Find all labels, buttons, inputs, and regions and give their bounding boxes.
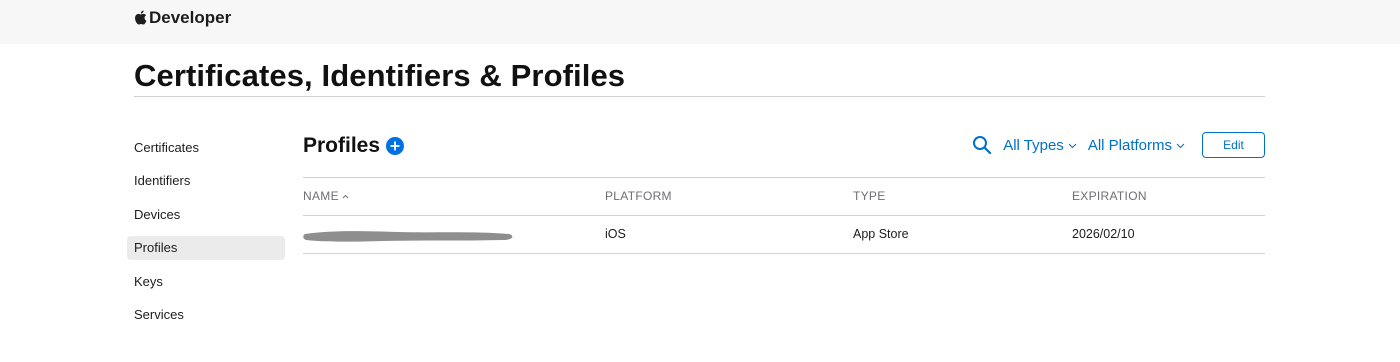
table-header-row: NAME PLATFORM TYPE EXPIRATION <box>303 178 1265 216</box>
sidebar-item-services[interactable]: Services <box>127 303 285 327</box>
brand-label: Developer <box>149 8 232 27</box>
column-header-name-label: NAME <box>303 189 339 203</box>
toolbar: All Types All Platforms Edit <box>972 131 1265 159</box>
column-header-platform[interactable]: PLATFORM <box>605 178 672 215</box>
sort-ascending-icon <box>342 194 349 199</box>
chevron-down-icon <box>1068 143 1077 149</box>
column-header-name[interactable]: NAME <box>303 178 349 215</box>
sidebar-item-identifiers[interactable]: Identifiers <box>127 169 285 193</box>
platform-filter-dropdown[interactable]: All Platforms <box>1088 137 1185 154</box>
type-filter-dropdown[interactable]: All Types <box>1003 137 1077 154</box>
redacted-name-scribble <box>303 231 513 242</box>
profile-expiration: 2026/02/10 <box>1072 227 1135 241</box>
chevron-down-icon <box>1176 143 1185 149</box>
search-icon[interactable] <box>972 135 992 155</box>
global-nav: Developer <box>0 0 1400 44</box>
sidebar: Certificates Identifiers Devices Profile… <box>127 136 285 336</box>
sidebar-item-devices[interactable]: Devices <box>127 203 285 227</box>
plus-circle-icon <box>390 141 400 151</box>
sidebar-item-profiles[interactable]: Profiles <box>127 236 285 261</box>
sidebar-item-certificates[interactable]: Certificates <box>127 136 285 160</box>
section-title: Profiles <box>303 134 381 157</box>
table-row[interactable]: iOS App Store 2026/02/10 <box>303 216 1265 254</box>
profile-type: App Store <box>853 227 909 241</box>
title-divider <box>134 96 1265 97</box>
platform-filter-label: All Platforms <box>1087 136 1172 154</box>
edit-button[interactable]: Edit <box>1202 132 1265 158</box>
type-filter-label: All Types <box>1003 136 1064 154</box>
column-header-type[interactable]: TYPE <box>853 178 886 215</box>
add-profile-button[interactable] <box>386 137 405 155</box>
page-title: Certificates, Identifiers & Profiles <box>134 58 626 93</box>
profile-platform: iOS <box>605 227 626 241</box>
apple-icon <box>135 9 147 24</box>
sidebar-item-keys[interactable]: Keys <box>127 270 285 294</box>
section-header: Profiles <box>303 131 405 161</box>
profiles-table: NAME PLATFORM TYPE EXPIRATION iOS App St… <box>303 177 1265 254</box>
column-header-expiration[interactable]: EXPIRATION <box>1072 178 1147 215</box>
developer-home-link[interactable]: Developer <box>134 8 231 28</box>
